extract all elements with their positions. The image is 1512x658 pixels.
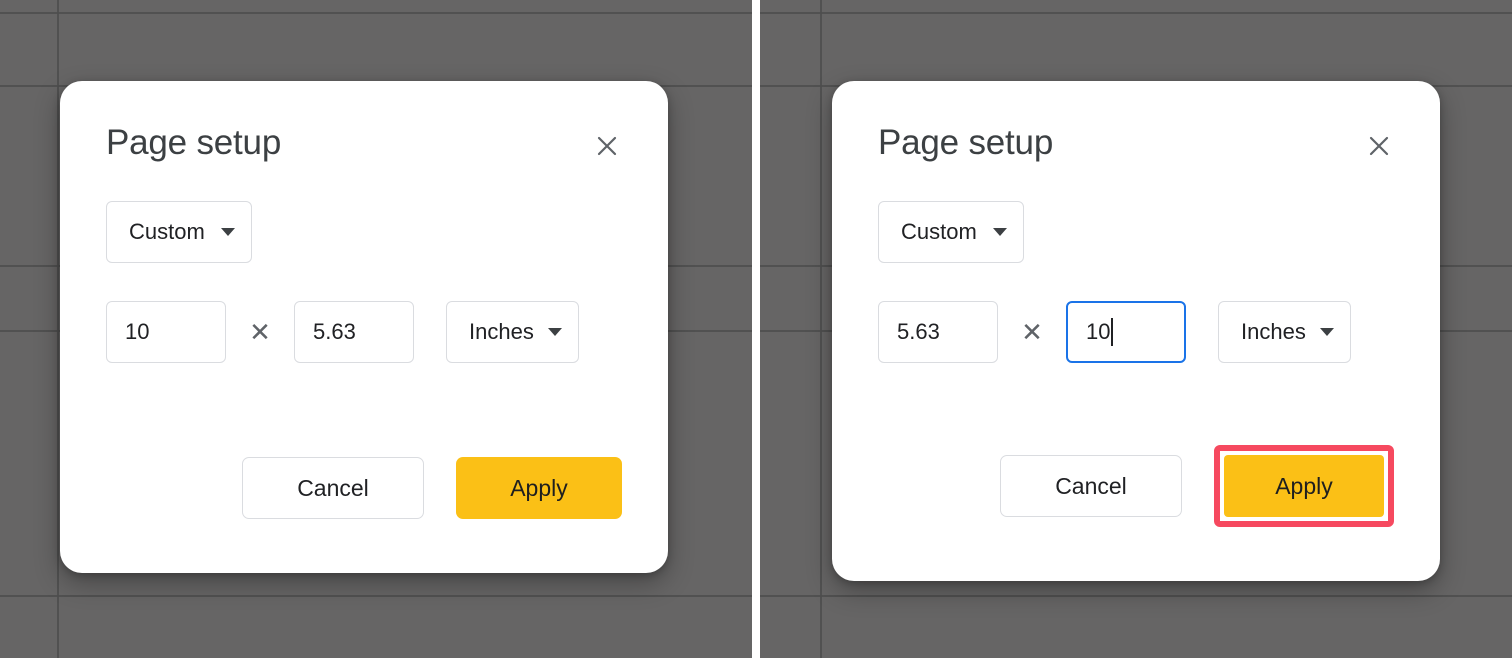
apply-button[interactable]: Apply — [1224, 455, 1384, 517]
screen-after: Page setup Custom 5.63 ✕ — [760, 0, 1512, 658]
spreadsheet-gridline — [0, 12, 752, 14]
width-input[interactable]: 5.63 — [878, 301, 998, 363]
height-value: 10 — [1086, 319, 1110, 345]
dimensions-row: 5.63 ✕ 10 Inches — [878, 301, 1400, 363]
paper-size-row: Custom — [106, 201, 628, 263]
unit-value: Inches — [469, 319, 534, 345]
chevron-down-icon — [1320, 328, 1334, 336]
spreadsheet-gridline — [760, 12, 1512, 14]
height-value: 5.63 — [313, 319, 356, 345]
dimension-separator-icon: ✕ — [226, 319, 294, 345]
panel-divider — [752, 0, 760, 658]
dialog-footer: Cancel Apply — [1000, 445, 1394, 527]
page-setup-dialog: Page setup Custom 5.63 ✕ — [832, 81, 1440, 581]
page-setup-dialog: Page setup Custom 10 ✕ — [60, 81, 668, 573]
close-icon[interactable] — [590, 129, 624, 163]
chevron-down-icon — [221, 228, 235, 236]
unit-value: Inches — [1241, 319, 1306, 345]
paper-size-value: Custom — [901, 219, 977, 245]
height-input[interactable]: 10 — [1066, 301, 1186, 363]
dialog-header: Page setup — [878, 123, 1400, 163]
apply-button[interactable]: Apply — [456, 457, 622, 519]
dialog-header: Page setup — [106, 123, 628, 163]
close-icon[interactable] — [1362, 129, 1396, 163]
dimension-separator-icon: ✕ — [998, 319, 1066, 345]
spreadsheet-gridline — [760, 595, 1512, 597]
paper-size-value: Custom — [129, 219, 205, 245]
apply-button-highlight: Apply — [1214, 445, 1394, 527]
dimensions-row: 10 ✕ 5.63 Inches — [106, 301, 628, 363]
width-input[interactable]: 10 — [106, 301, 226, 363]
height-input[interactable]: 5.63 — [294, 301, 414, 363]
dialog-footer: Cancel Apply — [242, 457, 622, 519]
width-value: 5.63 — [897, 319, 940, 345]
page-title: Page setup — [878, 123, 1053, 162]
screenshot-pair: Page setup Custom 10 ✕ — [0, 0, 1512, 658]
paper-size-row: Custom — [878, 201, 1400, 263]
paper-size-select[interactable]: Custom — [106, 201, 252, 263]
spreadsheet-gridline-vertical — [57, 0, 59, 658]
cancel-button[interactable]: Cancel — [242, 457, 424, 519]
text-cursor — [1111, 318, 1113, 346]
page-title: Page setup — [106, 123, 281, 162]
unit-select[interactable]: Inches — [446, 301, 579, 363]
spreadsheet-gridline — [0, 595, 752, 597]
spreadsheet-gridline-vertical — [820, 0, 822, 658]
chevron-down-icon — [993, 228, 1007, 236]
paper-size-select[interactable]: Custom — [878, 201, 1024, 263]
screen-before: Page setup Custom 10 ✕ — [0, 0, 752, 658]
width-value: 10 — [125, 319, 149, 345]
cancel-button[interactable]: Cancel — [1000, 455, 1182, 517]
unit-select[interactable]: Inches — [1218, 301, 1351, 363]
chevron-down-icon — [548, 328, 562, 336]
